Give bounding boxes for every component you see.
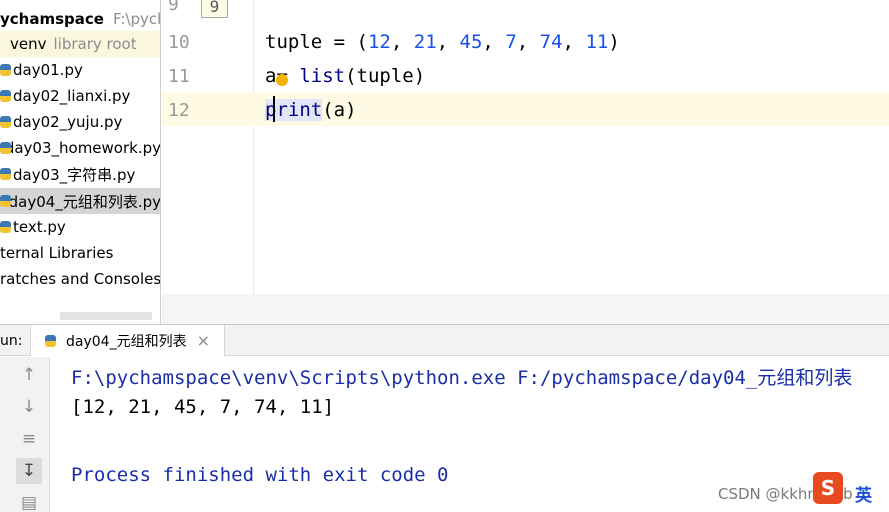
python-file-icon [0, 89, 11, 103]
file-label: day03_字符串.py [13, 165, 136, 184]
intention-bulb-icon[interactable] [276, 74, 288, 86]
run-tool-window-header: un: day04_元组和列表 × [0, 324, 889, 356]
python-file-icon [0, 115, 11, 129]
number-literal: 12 [367, 31, 391, 53]
file-label: day02_yuju.py [13, 113, 123, 131]
tree-item-external-libraries[interactable]: ternal Libraries [0, 240, 160, 266]
tuple-variable: tuple [265, 31, 323, 53]
tree-horizontal-scrollbar[interactable] [60, 312, 152, 320]
console-exit-line: Process finished with exit code 0 [71, 464, 449, 486]
print-icon[interactable]: ▤ [16, 490, 42, 512]
tree-item-day02-lianxi[interactable]: day02_lianxi.py [0, 83, 160, 109]
external-libraries-label: ternal Libraries [0, 244, 114, 262]
variable-a: a [265, 65, 277, 87]
python-file-icon [0, 194, 11, 208]
python-file-icon [0, 220, 11, 234]
run-tab-label: day04_元组和列表 [66, 333, 187, 350]
assignment-open: = ( [322, 31, 368, 53]
tree-item-day04-selected[interactable]: day04_元组和列表.py [0, 188, 161, 214]
project-root-path: F:\pychar [112, 10, 160, 28]
venv-note: library root [53, 35, 137, 53]
line-number: 12 [168, 100, 190, 121]
file-label: day01.py [13, 61, 83, 79]
number-literal: 74 [539, 31, 563, 53]
project-root-item[interactable]: ychamspace F:\pychar [0, 6, 160, 32]
list-args: (tuple) [345, 65, 426, 87]
editor-bottom-area [162, 294, 889, 324]
python-file-icon [45, 334, 56, 348]
close-icon[interactable]: × [197, 331, 210, 350]
project-root-name: ychamspace [0, 10, 104, 28]
run-tab-day04[interactable]: day04_元组和列表 × [30, 325, 225, 356]
console-toolbar: ↑ ↓ ≡ ↧ ▤ [0, 357, 50, 512]
fold-marker[interactable]: 9 [201, 0, 228, 18]
console-command-line: F:\pychamspace\venv\Scripts\python.exe F… [71, 367, 853, 389]
sogou-ime-icon[interactable]: S [813, 472, 843, 504]
code-line-11: a= list(tuple) [265, 65, 425, 87]
down-arrow-icon[interactable]: ↓ [16, 394, 42, 420]
number-literal: 11 [585, 31, 609, 53]
tree-item-day01[interactable]: day01.py [0, 57, 160, 83]
venv-label: venv [10, 35, 47, 53]
file-label: day03_homework.py [4, 139, 161, 157]
tree-item-scratches[interactable]: ratches and Consoles [0, 266, 161, 292]
console-output-line: [12, 21, 45, 7, 74, 11] [71, 396, 335, 418]
tree-item-day03-homework[interactable]: day03_homework.py [0, 135, 161, 161]
python-file-icon [0, 141, 11, 155]
tree-item-day02-yuju[interactable]: day02_yuju.py [0, 109, 160, 135]
line-number: 11 [168, 66, 190, 87]
file-label: day04_元组和列表.py [8, 192, 161, 211]
project-tree-panel: ychamspace F:\pychar venv library root d… [0, 0, 161, 324]
text-caret [273, 96, 275, 122]
code-line-10: tuple = (12, 21, 45, 7, 74, 11) [265, 31, 620, 53]
number-literal: 21 [413, 31, 437, 53]
builtin-list: list [299, 65, 346, 87]
tree-item-day03-string[interactable]: day03_字符串.py [0, 161, 160, 187]
file-label: text.py [13, 218, 66, 236]
ime-language-indicator[interactable]: 英 [855, 481, 872, 506]
scroll-to-end-icon[interactable]: ↧ [16, 458, 42, 484]
python-file-icon [0, 167, 11, 181]
tree-item-text[interactable]: text.py [0, 214, 160, 240]
file-label: day02_lianxi.py [13, 87, 131, 105]
scratches-label: ratches and Consoles [0, 270, 161, 288]
line-number: 9 [168, 0, 179, 15]
close-paren: ) [608, 31, 620, 53]
line-number: 10 [168, 32, 190, 53]
up-arrow-icon[interactable]: ↑ [16, 362, 42, 388]
run-label: un: [0, 333, 23, 349]
tree-item-venv[interactable]: venv library root [0, 31, 160, 57]
soft-wrap-icon[interactable]: ≡ [16, 426, 42, 452]
print-args: (a) [322, 99, 357, 121]
python-file-icon [0, 63, 11, 77]
number-literal: 45 [459, 31, 483, 53]
number-literal: 7 [505, 31, 517, 53]
code-line-12: print(a) [265, 99, 357, 121]
